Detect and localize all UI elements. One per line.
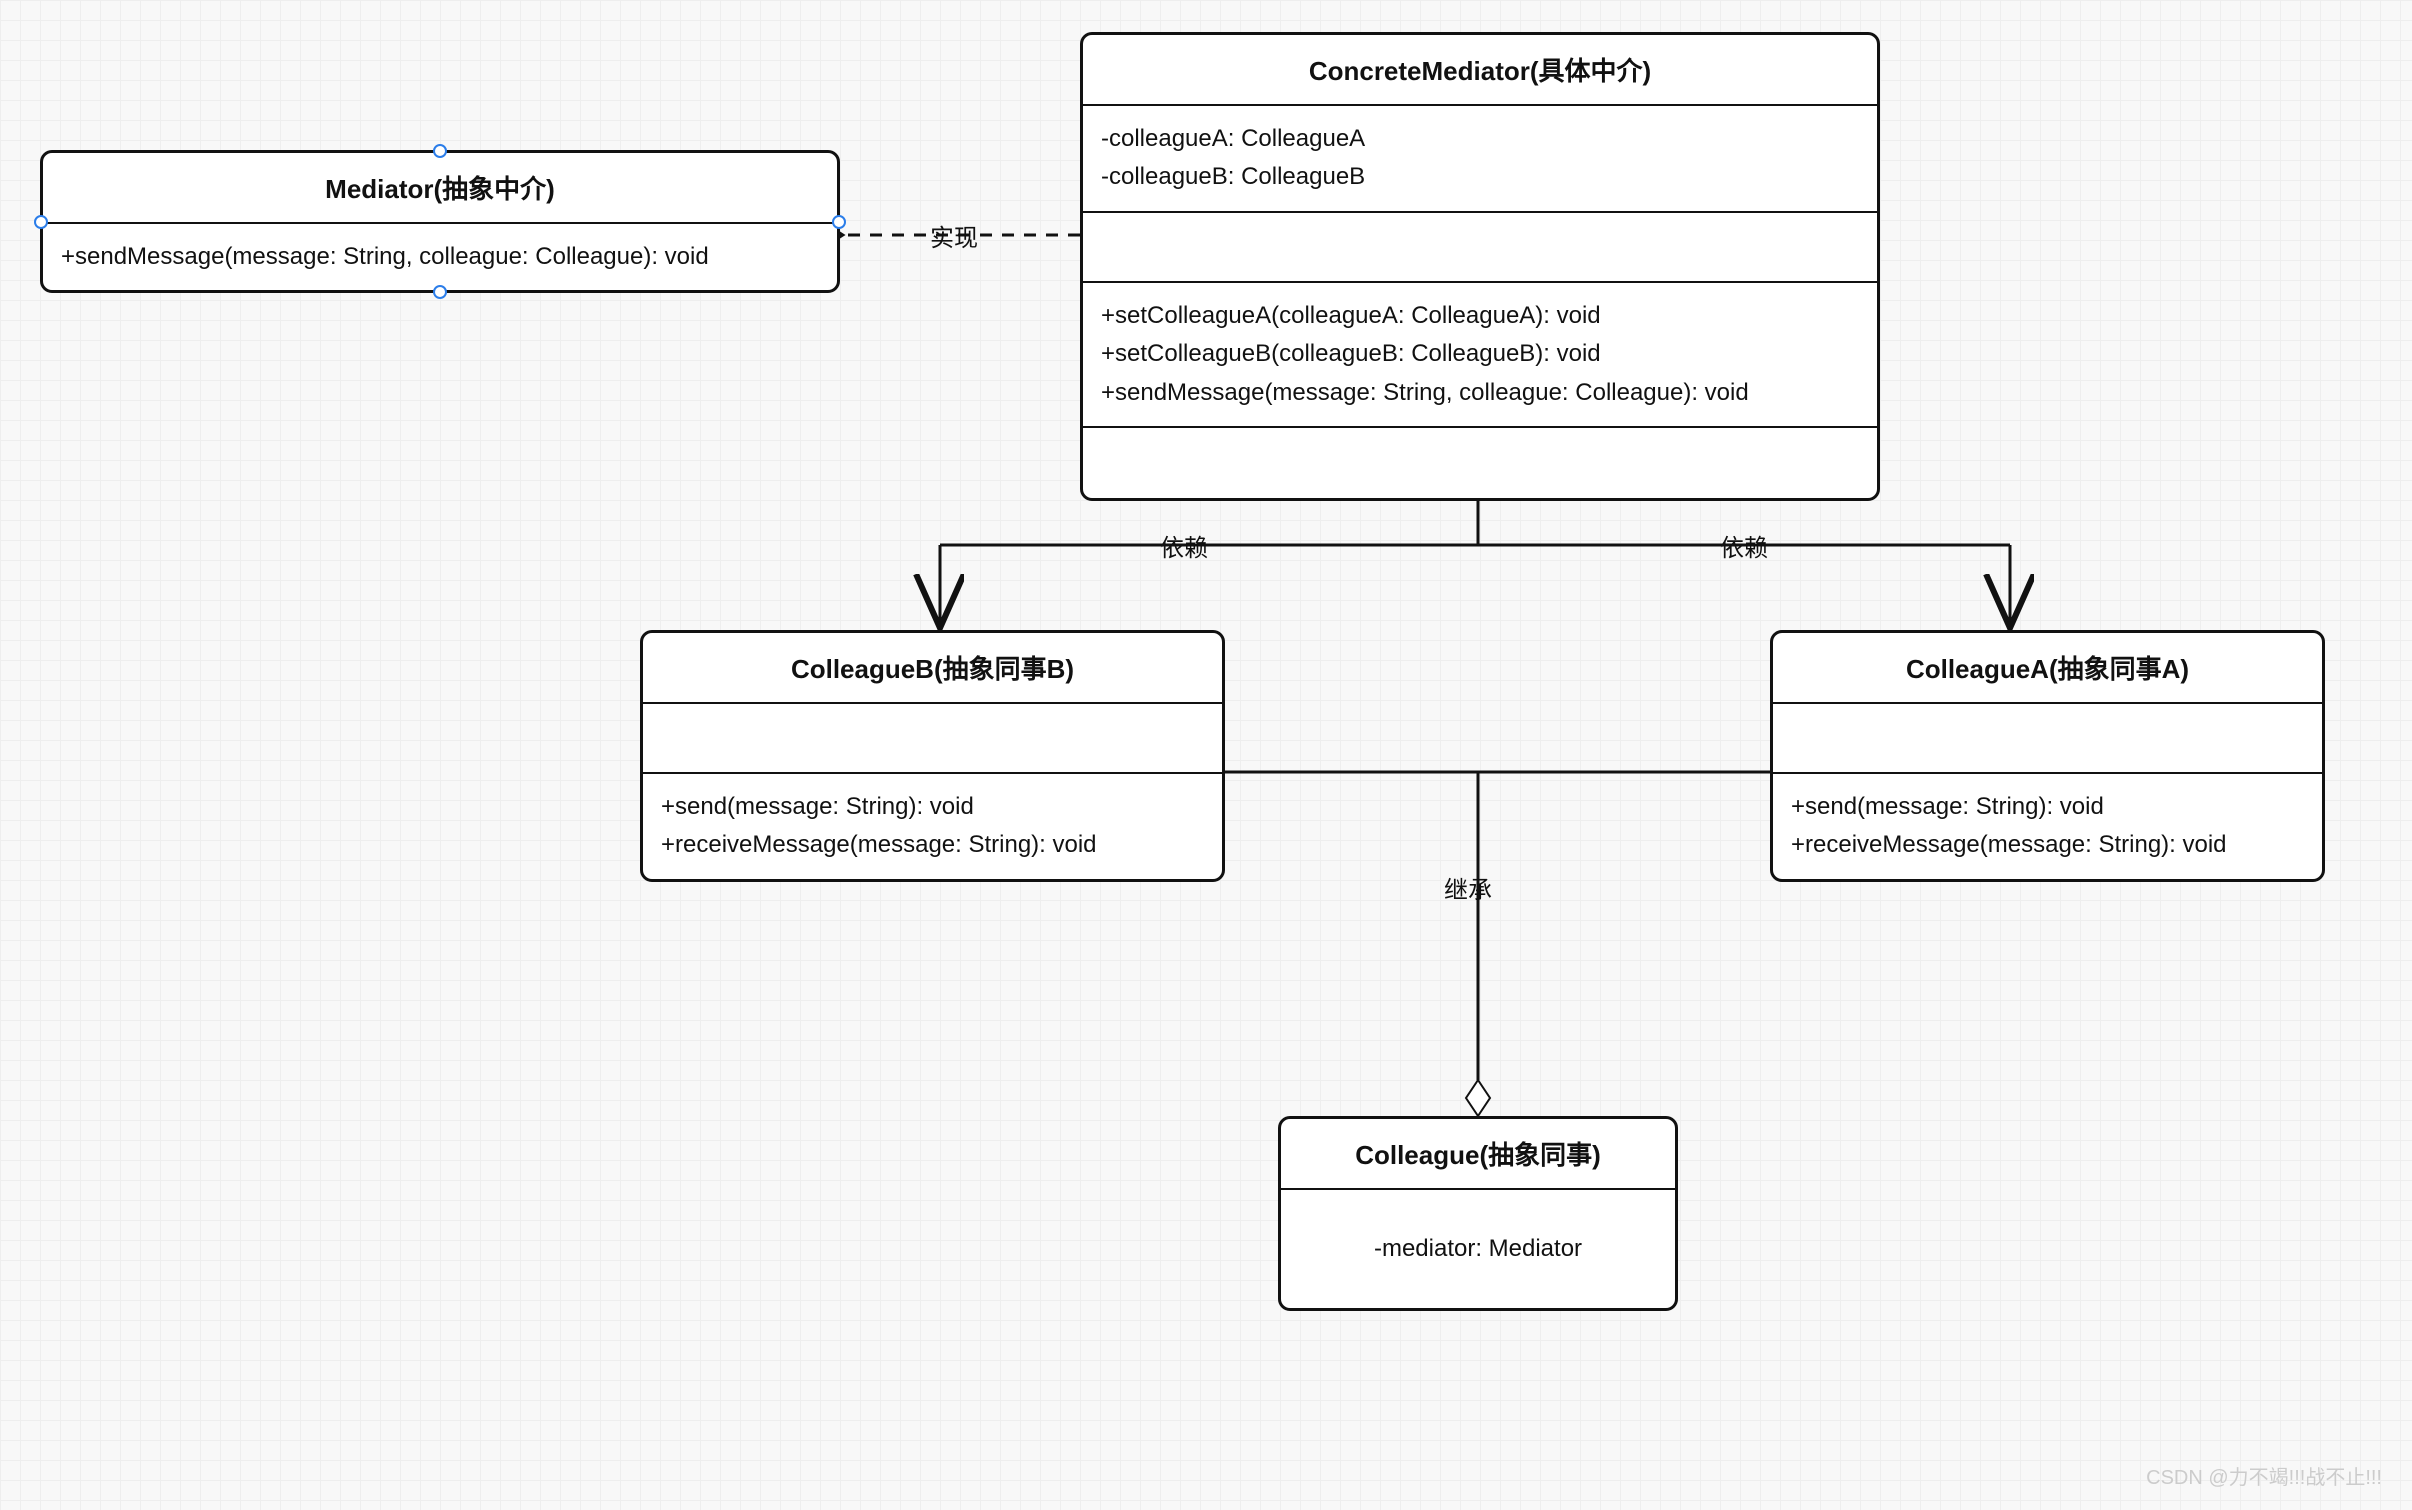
method-item: +send(message: String): void bbox=[1791, 788, 2304, 826]
method-item: +receiveMessage(message: String): void bbox=[661, 826, 1204, 864]
class-methods: +setColleagueA(colleagueA: ColleagueA): … bbox=[1083, 283, 1877, 428]
class-empty-section bbox=[1083, 428, 1877, 498]
class-title: ColleagueB(抽象同事B) bbox=[643, 633, 1222, 704]
class-colleague-a[interactable]: ColleagueA(抽象同事A) +send(message: String)… bbox=[1770, 630, 2325, 882]
attribute-item: -mediator: Mediator bbox=[1299, 1230, 1657, 1268]
class-colleague-b[interactable]: ColleagueB(抽象同事B) +send(message: String)… bbox=[640, 630, 1225, 882]
method-item: +setColleagueA(colleagueA: ColleagueA): … bbox=[1101, 297, 1859, 335]
class-empty-section bbox=[1083, 213, 1877, 283]
class-mediator[interactable]: Mediator(抽象中介) +sendMessage(message: Str… bbox=[40, 150, 840, 293]
watermark-text: CSDN @力不竭!!!战不止!!! bbox=[2146, 1461, 2382, 1490]
class-title: Colleague(抽象同事) bbox=[1281, 1119, 1675, 1190]
resize-handle-right[interactable] bbox=[832, 215, 846, 229]
relation-label-inheritance: 继承 bbox=[1444, 870, 1492, 905]
attribute-item: -colleagueB: ColleagueB bbox=[1101, 158, 1859, 196]
class-colleague[interactable]: Colleague(抽象同事) -mediator: Mediator bbox=[1278, 1116, 1678, 1311]
method-item: +sendMessage(message: String, colleague:… bbox=[61, 238, 819, 276]
method-item: +send(message: String): void bbox=[661, 788, 1204, 826]
method-item: +setColleagueB(colleagueB: ColleagueB): … bbox=[1101, 335, 1859, 373]
method-item: +receiveMessage(message: String): void bbox=[1791, 826, 2304, 864]
class-title: ConcreteMediator(具体中介) bbox=[1083, 35, 1877, 106]
class-empty-section bbox=[1773, 704, 2322, 774]
class-concrete-mediator[interactable]: ConcreteMediator(具体中介) -colleagueA: Coll… bbox=[1080, 32, 1880, 501]
class-title: Mediator(抽象中介) bbox=[43, 153, 837, 224]
class-methods: +sendMessage(message: String, colleague:… bbox=[43, 224, 837, 290]
resize-handle-left[interactable] bbox=[34, 215, 48, 229]
relation-label-realization: 实现 bbox=[930, 218, 978, 253]
attribute-item: -colleagueA: ColleagueA bbox=[1101, 120, 1859, 158]
class-attributes: -mediator: Mediator bbox=[1281, 1190, 1675, 1308]
class-attributes: -colleagueA: ColleagueA -colleagueB: Col… bbox=[1083, 106, 1877, 213]
class-methods: +send(message: String): void +receiveMes… bbox=[643, 774, 1222, 879]
resize-handle-bottom[interactable] bbox=[433, 285, 447, 299]
relation-label-dependency: 依赖 bbox=[1720, 528, 1768, 563]
class-title: ColleagueA(抽象同事A) bbox=[1773, 633, 2322, 704]
method-item: +sendMessage(message: String, colleague:… bbox=[1101, 374, 1859, 412]
relation-label-dependency: 依赖 bbox=[1160, 528, 1208, 563]
class-empty-section bbox=[643, 704, 1222, 774]
resize-handle-top[interactable] bbox=[433, 144, 447, 158]
class-methods: +send(message: String): void +receiveMes… bbox=[1773, 774, 2322, 879]
